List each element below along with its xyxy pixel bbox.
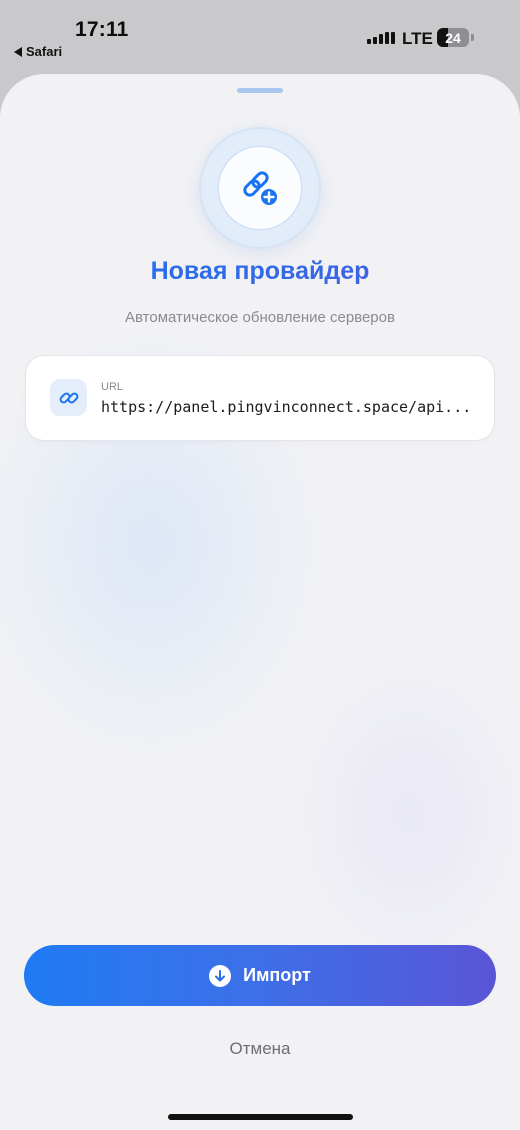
download-arrow-icon [209,964,232,987]
battery-level: 24 [445,29,461,46]
back-triangle-icon [14,46,22,57]
header-icon-ring [201,129,319,247]
import-button[interactable]: Импорт [24,945,496,1006]
sheet-title: Новая провайдер [0,257,520,286]
sheet-grabber[interactable] [237,88,283,93]
add-provider-sheet: Новая провайдер Автоматическое обновлени… [0,74,520,1130]
link-plus-icon [243,171,279,207]
network-type-label: LTE [402,29,433,48]
back-app-label: Safari [26,44,63,59]
url-icon-box [50,379,87,416]
header-icon-circle [219,147,301,229]
url-input[interactable]: https://panel.pingvinconnect.space/api..… [101,398,477,416]
import-button-label: Импорт [243,965,311,985]
signal-strength-icon [367,30,395,44]
home-indicator [168,1114,353,1120]
status-bar: 17:11 Safari LTE 24 [0,0,520,72]
battery-cap [471,34,474,41]
back-to-safari-button[interactable]: Safari [14,44,62,59]
battery-icon: 24 [437,28,469,47]
url-field[interactable]: URL https://panel.pingvinconnect.space/a… [26,356,494,440]
status-time: 17:11 [75,18,129,41]
link-icon [59,392,78,403]
url-field-label: URL [101,381,124,393]
cancel-button[interactable]: Отмена [160,1034,360,1064]
sheet-subtitle: Автоматическое обновление серверов [125,309,395,326]
